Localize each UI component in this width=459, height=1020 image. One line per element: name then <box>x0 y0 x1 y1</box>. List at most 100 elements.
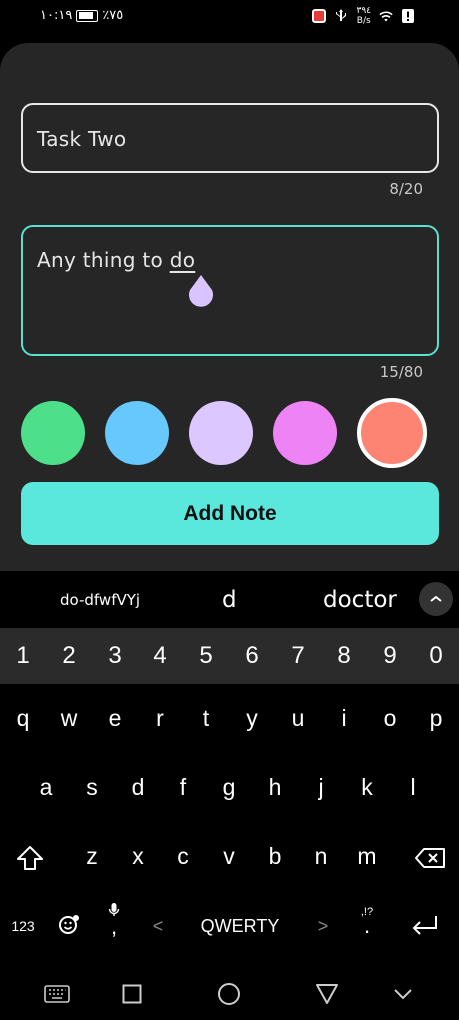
key-t[interactable]: t <box>188 705 224 732</box>
network-speed: ٣٩٤ B/s <box>356 6 371 26</box>
enter-key[interactable] <box>405 914 445 942</box>
color-picker <box>21 398 439 468</box>
speed-unit: B/s <box>356 16 371 26</box>
punctuation-key[interactable]: ,!? . <box>350 906 384 938</box>
color-swatch-blue[interactable] <box>105 401 169 465</box>
app-notification-icon <box>312 9 327 23</box>
key-7[interactable]: 7 <box>280 642 316 670</box>
key-4[interactable]: 4 <box>142 642 178 670</box>
suggestion-1[interactable]: do-dfwfVYj <box>60 591 140 609</box>
key-5[interactable]: 5 <box>188 642 224 670</box>
wifi-icon <box>379 9 393 23</box>
body-text-prefix: Any thing to <box>37 248 170 272</box>
period-label: . <box>363 913 371 938</box>
letter-row-3: z x c v b n m <box>0 843 459 903</box>
home-icon[interactable] <box>216 981 242 1007</box>
key-i[interactable]: i <box>326 705 362 732</box>
key-e[interactable]: e <box>97 705 133 732</box>
add-note-button[interactable]: Add Note <box>21 482 439 545</box>
emoji-key[interactable] <box>54 914 84 942</box>
soft-keyboard: do-dfwfVYj d doctor 1 2 3 4 5 6 7 8 9 0 … <box>0 571 459 969</box>
title-input[interactable]: Task Two <box>21 103 439 173</box>
recents-icon[interactable] <box>119 981 145 1007</box>
key-h[interactable]: h <box>257 774 293 801</box>
body-input[interactable]: Any thing to do <box>21 225 439 356</box>
key-u[interactable]: u <box>280 705 316 732</box>
key-d[interactable]: d <box>120 774 156 801</box>
chevron-up-icon <box>430 595 442 602</box>
status-bar: ١٠:١٩ ٪٧٥ ٣٩٤ B/s <box>0 0 459 36</box>
key-l[interactable]: l <box>395 774 431 801</box>
collapse-suggestions-button[interactable] <box>419 582 453 616</box>
body-composing-word: do <box>169 248 196 272</box>
suggestion-3[interactable]: doctor <box>323 587 397 613</box>
body-char-counter: 15/80 <box>379 363 423 381</box>
title-char-counter: 8/20 <box>389 180 423 198</box>
color-swatch-green[interactable] <box>21 401 85 465</box>
alert-icon <box>401 9 415 23</box>
key-r[interactable]: r <box>142 705 178 732</box>
key-9[interactable]: 9 <box>372 642 408 670</box>
key-6[interactable]: 6 <box>234 642 270 670</box>
key-v[interactable]: v <box>211 843 247 870</box>
usb-icon <box>334 9 348 23</box>
battery-icon <box>76 9 99 22</box>
cursor-right-key[interactable]: > <box>305 916 341 937</box>
key-w[interactable]: w <box>51 705 87 732</box>
key-y[interactable]: y <box>234 705 270 732</box>
bottom-key-row: 123 , < QWERTY > ,!? . <box>0 903 459 966</box>
letter-row-1: q w e r t y u i o p <box>0 705 459 765</box>
mic-comma-key[interactable]: , <box>97 902 131 939</box>
key-8[interactable]: 8 <box>326 642 362 670</box>
cursor-handle-icon[interactable] <box>186 275 216 309</box>
suggestion-2[interactable]: d <box>222 587 237 613</box>
body-input-value: Any thing to do <box>37 248 195 272</box>
suggestion-bar: do-dfwfVYj d doctor <box>0 571 459 626</box>
keyboard-switch-icon[interactable] <box>44 981 70 1007</box>
key-1[interactable]: 1 <box>5 642 41 670</box>
title-input-value: Task Two <box>37 127 127 151</box>
key-s[interactable]: s <box>74 774 110 801</box>
key-m[interactable]: m <box>349 843 385 870</box>
key-p[interactable]: p <box>418 705 454 732</box>
emoji-settings-icon <box>59 915 79 934</box>
key-0[interactable]: 0 <box>418 642 454 670</box>
shift-icon <box>17 846 43 870</box>
key-o[interactable]: o <box>372 705 408 732</box>
key-2[interactable]: 2 <box>51 642 87 670</box>
space-bar[interactable]: QWERTY <box>180 916 300 937</box>
key-a[interactable]: a <box>28 774 64 801</box>
key-b[interactable]: b <box>257 843 293 870</box>
color-swatch-lavender[interactable] <box>189 401 253 465</box>
symbols-key[interactable]: 123 <box>4 918 42 934</box>
battery-percent: ٪٧٥ <box>102 8 124 23</box>
color-swatch-pink[interactable] <box>273 401 337 465</box>
status-right: ٣٩٤ B/s <box>312 6 415 26</box>
key-f[interactable]: f <box>165 774 201 801</box>
key-x[interactable]: x <box>120 843 156 870</box>
speed-value: ٣٩٤ <box>356 6 371 16</box>
system-nav-bar <box>0 969 459 1020</box>
backspace-key[interactable] <box>410 847 450 875</box>
hide-keyboard-icon[interactable] <box>390 981 416 1007</box>
key-j[interactable]: j <box>303 774 339 801</box>
back-icon[interactable] <box>314 981 340 1007</box>
shift-key[interactable] <box>12 845 48 877</box>
clock: ١٠:١٩ <box>40 8 73 23</box>
key-c[interactable]: c <box>165 843 201 870</box>
cursor-left-key[interactable]: < <box>140 916 176 937</box>
letter-row-2: a s d f g h j k l <box>0 774 459 834</box>
key-z[interactable]: z <box>74 843 110 870</box>
key-g[interactable]: g <box>211 774 247 801</box>
key-k[interactable]: k <box>349 774 385 801</box>
color-swatch-coral[interactable] <box>357 398 427 468</box>
enter-icon <box>412 916 437 935</box>
number-row: 1 2 3 4 5 6 7 8 9 0 <box>0 628 459 684</box>
key-n[interactable]: n <box>303 843 339 870</box>
comma-label: , <box>110 914 118 939</box>
status-left: ١٠:١٩ ٪٧٥ <box>40 8 123 23</box>
key-3[interactable]: 3 <box>97 642 133 670</box>
key-q[interactable]: q <box>5 705 41 732</box>
note-sheet: Task Two 8/20 Any thing to do 15/80 Add … <box>0 43 459 583</box>
backspace-icon <box>415 848 445 868</box>
